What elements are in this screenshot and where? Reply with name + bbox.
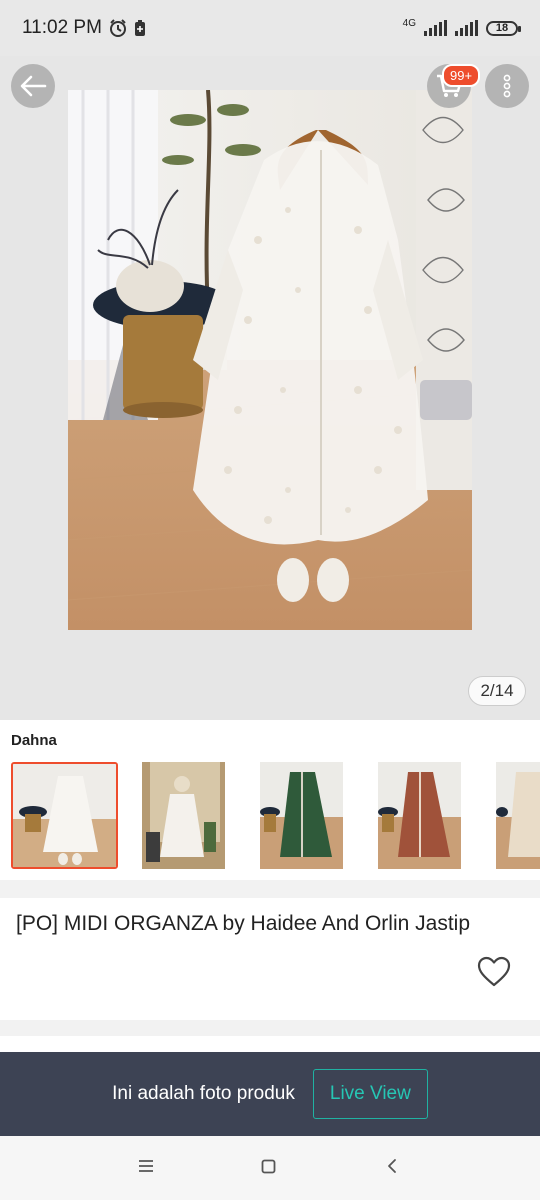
battery-icon: 18 <box>486 20 521 36</box>
more-options-button[interactable] <box>485 64 529 108</box>
variant-thumb-2[interactable] <box>142 762 225 869</box>
battery-level: 18 <box>495 22 509 34</box>
back-nav-icon[interactable] <box>386 1158 398 1174</box>
product-title: [PO] MIDI ORGANZA by Haidee And Orlin Ja… <box>16 912 470 935</box>
variant-label: Dahna <box>11 732 57 749</box>
recent-apps-icon[interactable] <box>138 1159 154 1173</box>
signal-icon <box>424 20 447 36</box>
battery-saver-icon <box>134 20 145 36</box>
variant-thumb-4[interactable] <box>378 762 461 869</box>
favorite-button[interactable] <box>477 956 511 988</box>
system-nav-bar <box>0 1136 540 1200</box>
variant-thumb-5[interactable] <box>496 762 540 869</box>
product-photo[interactable] <box>68 90 472 630</box>
heart-icon <box>477 956 511 987</box>
live-view-banner: Ini adalah foto produk Live View <box>0 1052 540 1136</box>
back-button[interactable] <box>11 64 55 108</box>
variant-section: Dahna <box>0 720 540 880</box>
alarm-icon <box>109 19 126 37</box>
home-icon[interactable] <box>261 1159 276 1174</box>
more-vertical-icon <box>503 74 511 98</box>
status-bar: 11:02 PM 4G 18 <box>0 0 540 56</box>
live-view-button[interactable]: Live View <box>312 1069 428 1119</box>
status-time: 11:02 PM <box>22 17 102 38</box>
signal-icon-2 <box>455 20 478 36</box>
variant-thumb-3[interactable] <box>260 762 343 869</box>
arrow-left-icon <box>20 75 47 97</box>
network-type: 4G <box>402 18 416 29</box>
image-counter: 2/14 <box>468 676 526 706</box>
variant-thumb-1[interactable] <box>11 762 118 869</box>
cart-badge: 99+ <box>442 64 481 87</box>
section-divider-2 <box>0 1020 540 1036</box>
section-divider <box>0 880 540 898</box>
product-gallery[interactable]: 99+ 2/14 <box>0 56 540 720</box>
live-banner-text: Ini adalah foto produk <box>112 1083 295 1104</box>
